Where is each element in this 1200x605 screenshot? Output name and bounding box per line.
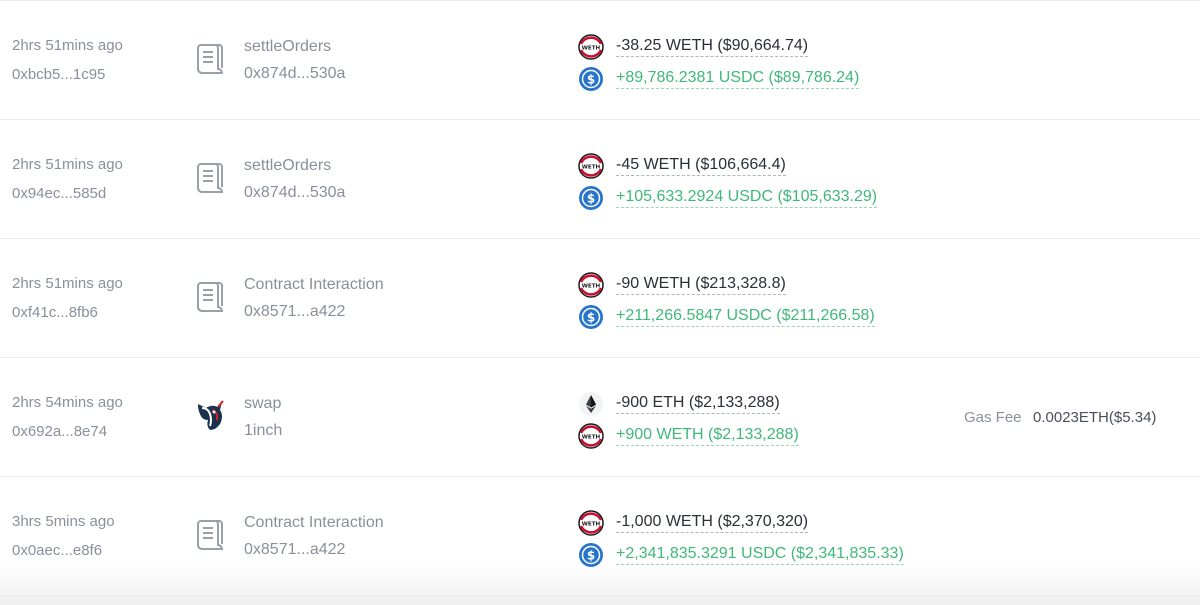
- usdc-icon: [578, 542, 604, 568]
- weth-icon: [578, 423, 604, 449]
- tx-time: 2hrs 51mins ago: [12, 275, 123, 292]
- contract-icon: [192, 279, 228, 315]
- contract-icon: [192, 41, 228, 77]
- tx-method: swap: [244, 395, 282, 412]
- 1inch-unicorn-icon: [192, 398, 228, 434]
- tx-time: 2hrs 51mins ago: [12, 156, 123, 173]
- transaction-row: 3hrs 5mins ago 0x0aec...e8f6 Contract In…: [0, 477, 1200, 596]
- contract-icon: [192, 160, 228, 196]
- tx-contract-link[interactable]: 0x8571...a422: [244, 540, 345, 560]
- token-out-amount[interactable]: -45 WETH ($106,664.4): [616, 155, 786, 176]
- weth-icon: [578, 510, 604, 536]
- token-in-amount[interactable]: +105,633.2924 USDC ($105,633.29): [616, 187, 878, 208]
- tx-hash-link[interactable]: 0x94ec...585d: [12, 184, 106, 204]
- tx-time: 2hrs 51mins ago: [12, 37, 123, 54]
- weth-icon: [578, 34, 604, 60]
- tx-contract-link[interactable]: 0x874d...530a: [244, 64, 345, 84]
- tx-method: settleOrders: [244, 38, 332, 55]
- usdc-icon: [578, 66, 604, 92]
- tx-hash-link[interactable]: 0x0aec...e8f6: [12, 541, 102, 561]
- tx-contract-link[interactable]: 0x8571...a422: [244, 302, 345, 322]
- tx-method: Contract Interaction: [244, 514, 384, 531]
- token-out-amount[interactable]: -38.25 WETH ($90,664.74): [616, 36, 809, 57]
- token-in-amount[interactable]: +211,266.5847 USDC ($211,266.58): [616, 306, 875, 327]
- tx-contract-link[interactable]: 0x874d...530a: [244, 183, 345, 203]
- tx-hash-link[interactable]: 0xbcb5...1c95: [12, 65, 105, 85]
- tx-time: 2hrs 54mins ago: [12, 394, 123, 411]
- weth-icon: [578, 153, 604, 179]
- eth-icon: [578, 391, 604, 417]
- usdc-icon: [578, 185, 604, 211]
- token-in-amount[interactable]: +900 WETH ($2,133,288): [616, 425, 799, 446]
- tx-contract-link[interactable]: 1inch: [244, 421, 282, 441]
- gas-fee-value: 0.0023ETH($5.34): [1033, 409, 1157, 426]
- transaction-row: 2hrs 54mins ago 0x692a...8e74 swap 1inch…: [0, 358, 1200, 477]
- tx-method: Contract Interaction: [244, 276, 384, 293]
- transaction-row: 2hrs 51mins ago 0x94ec...585d settleOrde…: [0, 120, 1200, 239]
- token-in-amount[interactable]: +2,341,835.3291 USDC ($2,341,835.33): [616, 544, 904, 565]
- tx-time: 3hrs 5mins ago: [12, 513, 115, 530]
- transaction-row: 2hrs 51mins ago 0xbcb5...1c95 settleOrde…: [0, 1, 1200, 120]
- transaction-row: 2hrs 51mins ago 0xf41c...8fb6 Contract I…: [0, 239, 1200, 358]
- gas-fee-label: Gas Fee: [964, 409, 1022, 426]
- contract-icon: [192, 517, 228, 553]
- token-out-amount[interactable]: -1,000 WETH ($2,370,320): [616, 512, 809, 533]
- transaction-list: 2hrs 51mins ago 0xbcb5...1c95 settleOrde…: [0, 0, 1200, 605]
- weth-icon: [578, 272, 604, 298]
- tx-hash-link[interactable]: 0x692a...8e74: [12, 422, 107, 442]
- tx-hash-link[interactable]: 0xf41c...8fb6: [12, 303, 98, 323]
- token-in-amount[interactable]: +89,786.2381 USDC ($89,786.24): [616, 68, 860, 89]
- tx-method: settleOrders: [244, 157, 332, 174]
- token-out-amount[interactable]: -90 WETH ($213,328.8): [616, 274, 786, 295]
- token-out-amount[interactable]: -900 ETH ($2,133,288): [616, 393, 780, 414]
- usdc-icon: [578, 304, 604, 330]
